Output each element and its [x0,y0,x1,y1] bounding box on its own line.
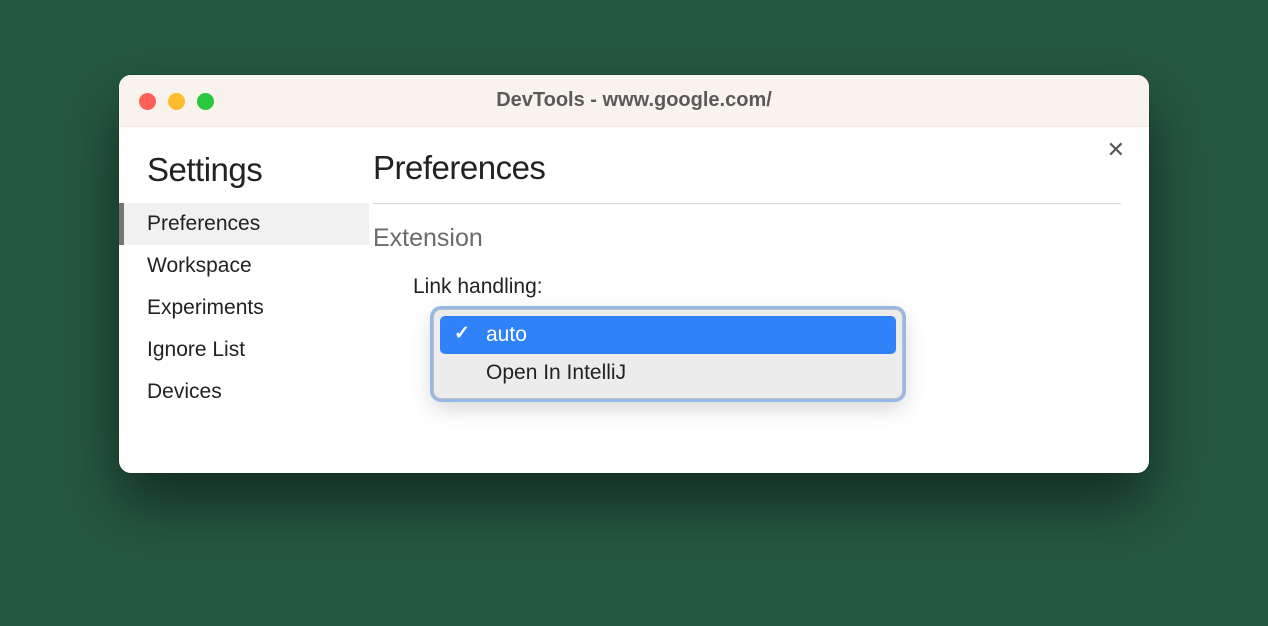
sidebar-item-experiments[interactable]: Experiments [119,287,369,329]
sidebar-item-label: Preferences [147,212,260,235]
maximize-window-icon[interactable] [197,93,214,110]
dropdown-option-label: auto [486,323,527,346]
devtools-window: DevTools - www.google.com/ ✕ Settings Pr… [119,75,1149,473]
link-handling-label: Link handling: [413,275,1121,299]
dropdown-option-open-in-intellij[interactable]: Open In IntelliJ [440,354,896,392]
window-title: DevTools - www.google.com/ [119,89,1149,112]
sidebar-item-label: Experiments [147,296,264,319]
main-panel: Preferences Extension Link handling: aut… [369,127,1149,473]
sidebar-item-preferences[interactable]: Preferences [119,203,369,245]
link-handling-dropdown[interactable]: auto Open In IntelliJ [433,309,903,399]
sidebar-item-label: Ignore List [147,338,245,361]
sidebar-item-workspace[interactable]: Workspace [119,245,369,287]
sidebar-item-label: Devices [147,380,222,403]
traffic-lights [139,93,214,110]
sidebar-item-devices[interactable]: Devices [119,371,369,413]
titlebar: DevTools - www.google.com/ [119,75,1149,127]
dropdown-option-auto[interactable]: auto [440,316,896,354]
sidebar-title: Settings [119,147,369,203]
close-window-icon[interactable] [139,93,156,110]
close-settings-button[interactable]: ✕ [1107,139,1125,161]
settings-sidebar: Settings Preferences Workspace Experimen… [119,127,369,473]
section-heading-extension: Extension [373,224,1121,253]
minimize-window-icon[interactable] [168,93,185,110]
sidebar-item-ignore-list[interactable]: Ignore List [119,329,369,371]
content-area: ✕ Settings Preferences Workspace Experim… [119,127,1149,473]
page-title: Preferences [373,149,1121,204]
dropdown-option-label: Open In IntelliJ [486,361,626,384]
sidebar-item-label: Workspace [147,254,252,277]
